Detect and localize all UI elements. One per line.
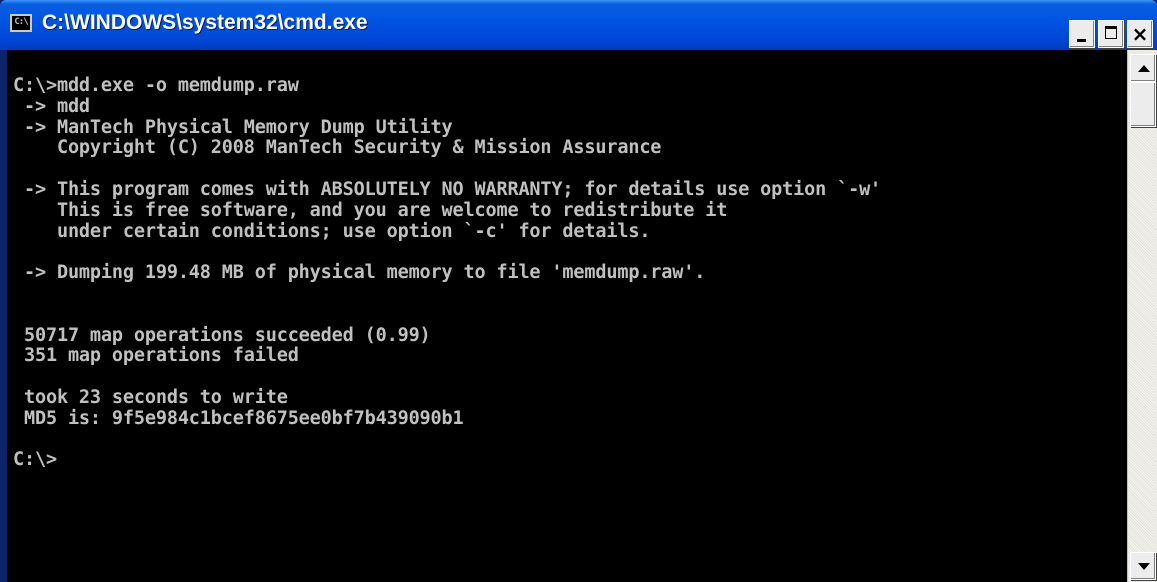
console-line: -> This program comes with ABSOLUTELY NO… (13, 178, 882, 200)
cmd-window: C:\ C:\WINDOWS\system32\cmd.exe × C:\>md… (0, 0, 1157, 582)
console-line: -> Dumping 199.48 MB of physical memory … (13, 262, 706, 284)
console-line: took 23 seconds to write (13, 386, 288, 408)
scroll-up-arrow-icon (1138, 65, 1150, 72)
console-line: 50717 map operations succeeded (0.99) (13, 324, 431, 346)
window-controls: × (1069, 20, 1153, 50)
minimize-icon (1077, 39, 1086, 42)
scroll-up-button[interactable] (1130, 54, 1156, 82)
console-text: C:\>mdd.exe -o memdump.raw -> mdd -> Man… (7, 50, 1127, 471)
console-line: 351 map operations failed (13, 345, 299, 367)
console-line: -> ManTech Physical Memory Dump Utility (13, 116, 453, 138)
console-line: under certain conditions; use option `-c… (13, 220, 651, 242)
close-button[interactable]: × (1127, 20, 1153, 48)
console-line: Copyright (C) 2008 ManTech Security & Mi… (13, 137, 662, 159)
close-icon: × (1131, 22, 1149, 46)
console-line: MD5 is: 9f5e984c1bcef8675ee0bf7b439090b1 (13, 407, 464, 429)
console-line: This is free software, and you are welco… (13, 199, 728, 221)
vertical-scrollbar[interactable] (1127, 50, 1157, 582)
window-title: C:\WINDOWS\system32\cmd.exe (42, 11, 368, 34)
cmd-icon[interactable]: C:\ (10, 14, 32, 32)
title-bar[interactable]: C:\ C:\WINDOWS\system32\cmd.exe × (0, 0, 1157, 50)
scroll-down-button[interactable] (1130, 552, 1156, 580)
maximize-icon (1105, 26, 1117, 39)
console-line: C:\> (13, 449, 57, 471)
scroll-thumb[interactable] (1130, 82, 1156, 127)
console-line: C:\>mdd.exe -o memdump.raw (13, 75, 299, 96)
console-output[interactable]: C:\>mdd.exe -o memdump.raw -> mdd -> Man… (7, 50, 1127, 582)
minimize-button[interactable] (1069, 20, 1095, 48)
console-line: -> mdd (13, 95, 90, 117)
scroll-down-arrow-icon (1138, 563, 1150, 570)
maximize-button[interactable] (1098, 20, 1124, 48)
